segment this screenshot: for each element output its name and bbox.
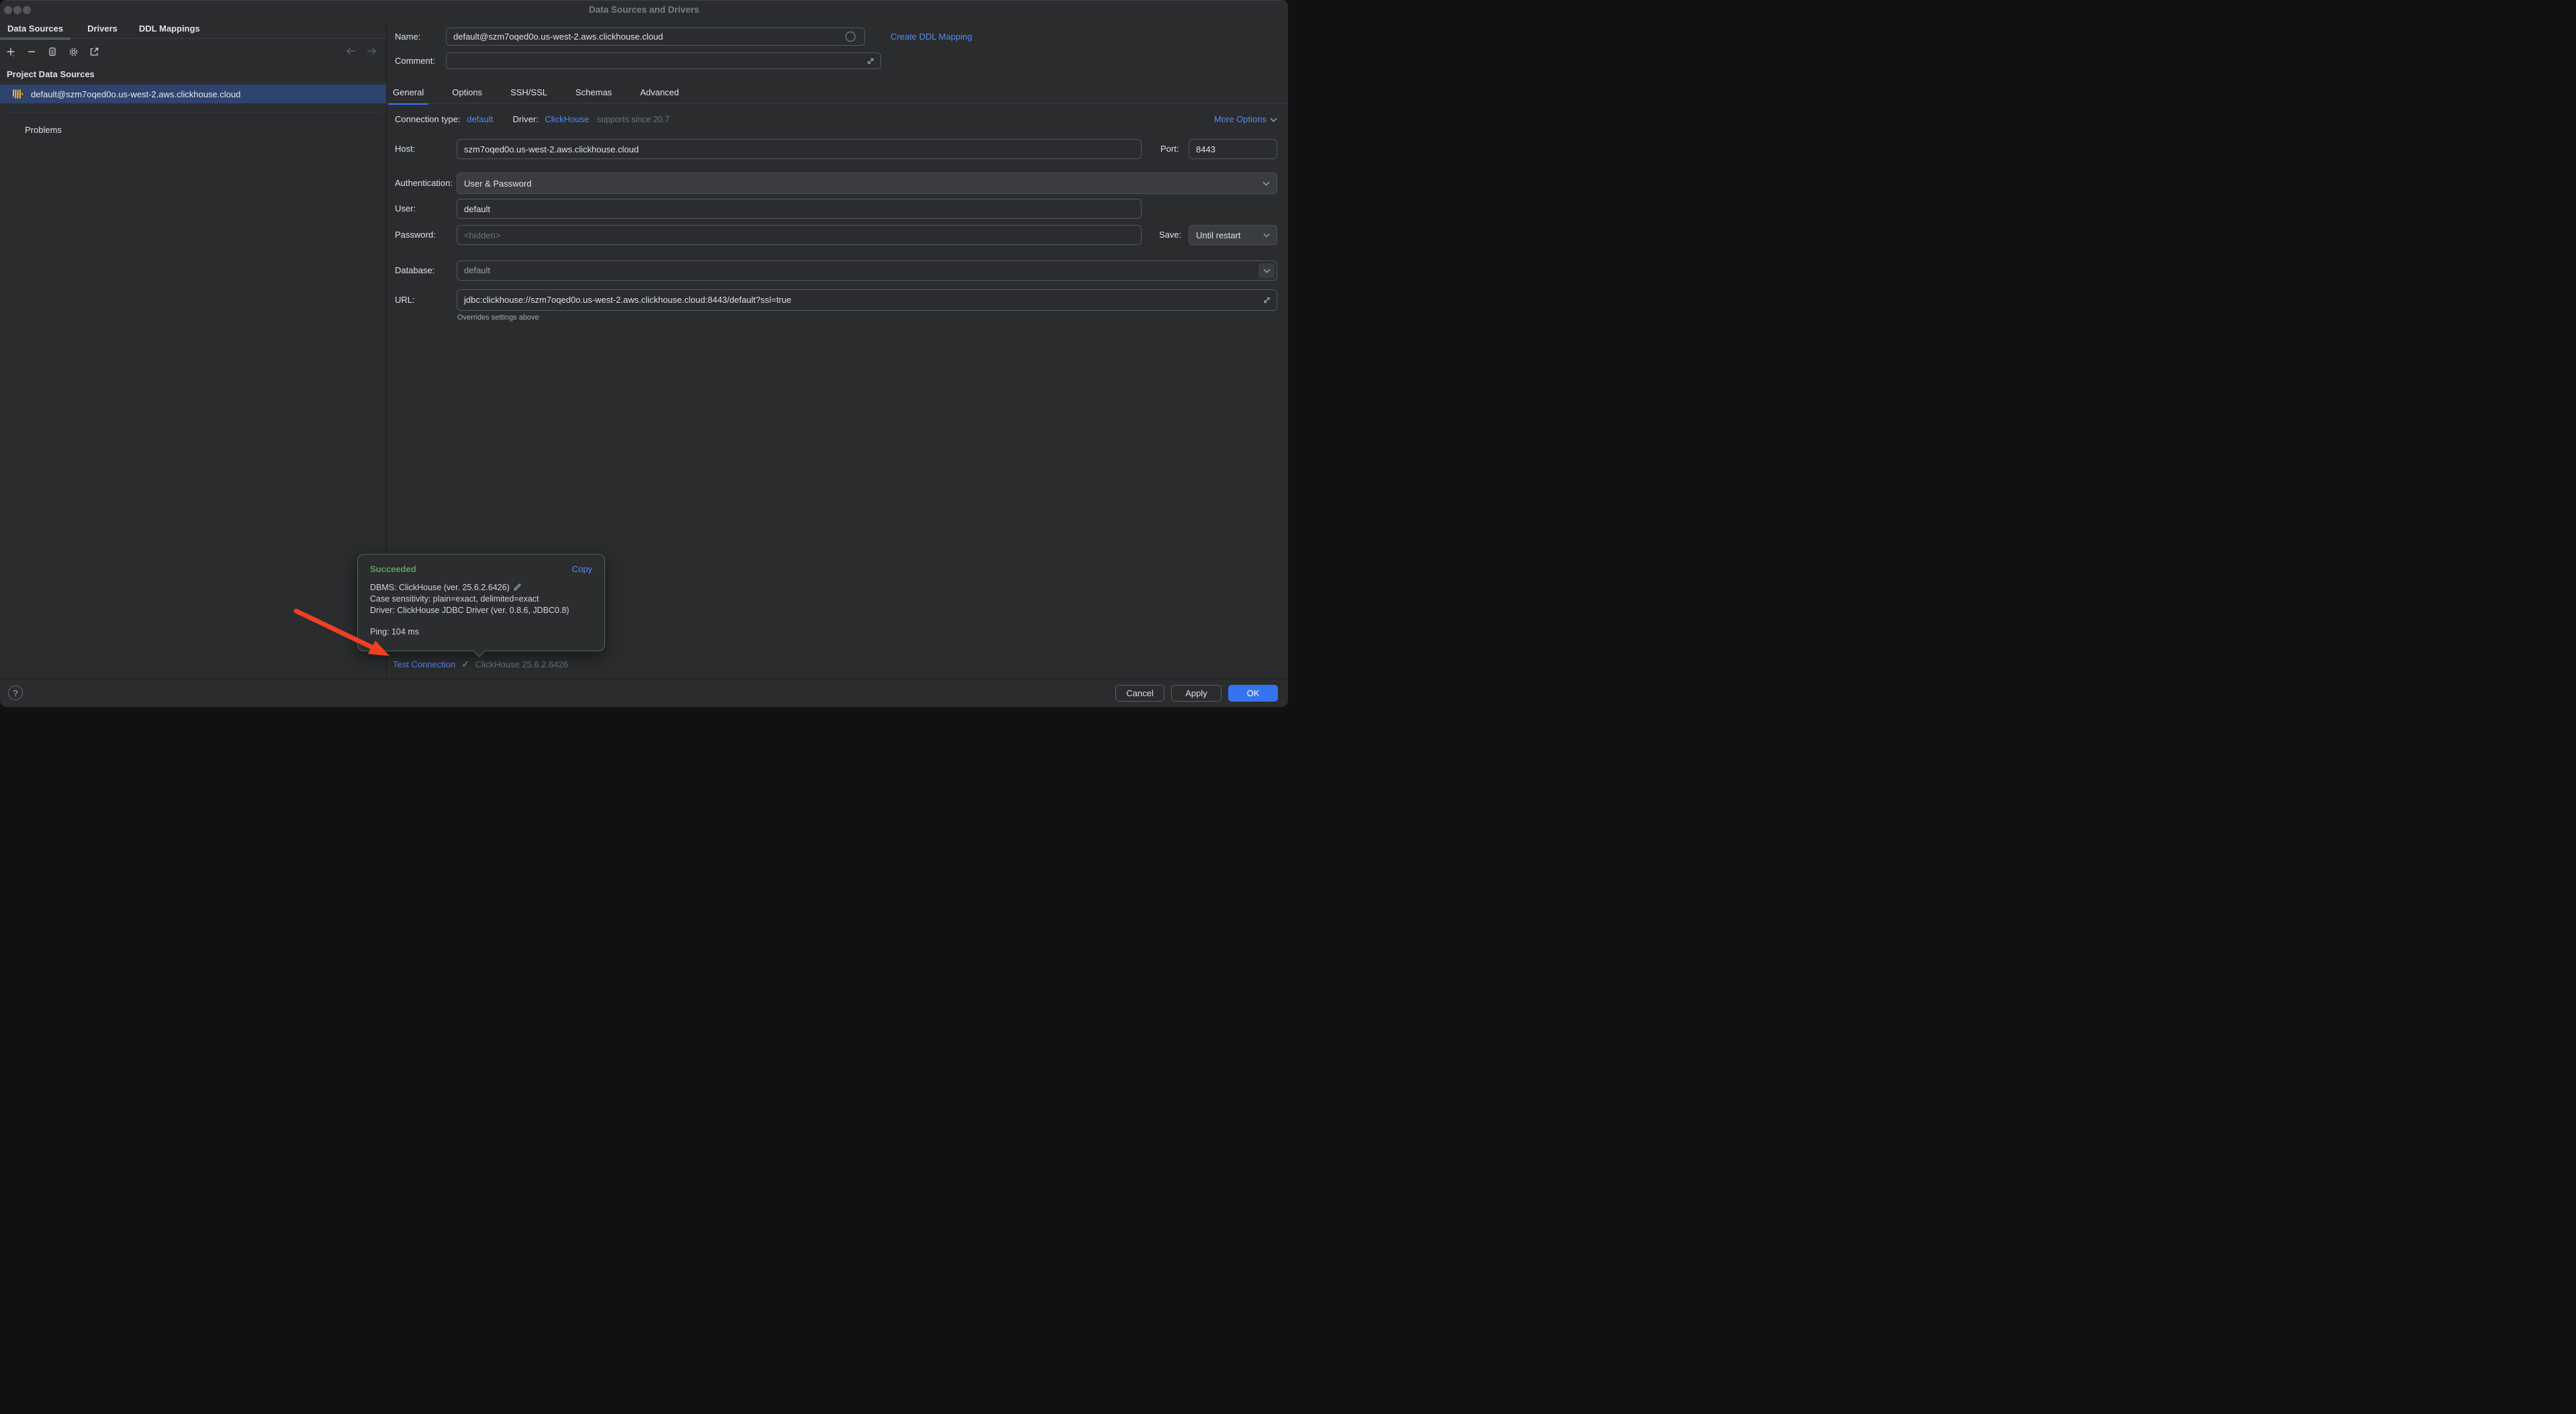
host-input[interactable] (457, 139, 1142, 159)
save-label: Save: (1159, 225, 1181, 245)
driver-label: Driver: (513, 114, 539, 124)
test-connection-link[interactable]: Test Connection (393, 659, 455, 669)
chevron-down-icon (1263, 269, 1271, 273)
comment-label: Comment: (395, 52, 435, 69)
popup-status: Succeeded (370, 564, 416, 574)
tab-general[interactable]: General (393, 84, 424, 103)
popup-tail (473, 645, 485, 657)
popup-dbms-text: DBMS: ClickHouse (ver. 25.6.2.6426) (370, 583, 510, 592)
database-dropdown-button[interactable] (1258, 263, 1275, 278)
name-label: Name: (395, 28, 420, 46)
url-hint: Overrides settings above (457, 314, 539, 322)
user-label: User: (395, 199, 416, 219)
window-title: Data Sources and Drivers (0, 1, 1288, 19)
port-label: Port: (1160, 139, 1179, 159)
save-value: Until restart (1196, 230, 1240, 240)
open-in-editor-icon (89, 46, 99, 57)
edit-pencil-icon[interactable] (513, 583, 522, 592)
help-button[interactable]: ? (8, 686, 23, 700)
problems-section-label[interactable]: Problems (25, 125, 62, 135)
more-options-link[interactable]: More Options (1214, 113, 1277, 126)
port-input[interactable] (1189, 139, 1277, 159)
tab-options[interactable]: Options (452, 84, 482, 103)
name-status-circle-icon (845, 31, 856, 42)
database-label: Database: (395, 261, 434, 281)
authentication-value: User & Password (464, 179, 531, 189)
popup-line-dbms: DBMS: ClickHouse (ver. 25.6.2.6426) (370, 582, 592, 594)
popup-line-case: Case sensitivity: plain=exact, delimited… (370, 594, 592, 605)
gear-icon (68, 46, 79, 58)
duplicate-icon (47, 46, 58, 57)
chevron-down-icon (1262, 181, 1270, 186)
form-tabs: General Options SSH/SSL Schemas Advanced (393, 84, 679, 103)
back-arrow-icon (345, 46, 357, 56)
password-label: Password: (395, 225, 436, 245)
add-data-source-button[interactable] (4, 45, 17, 58)
popup-line-driver: Driver: ClickHouse JDBC Driver (ver. 0.8… (370, 605, 592, 616)
url-label: URL: (395, 289, 415, 311)
left-tabs-divider (0, 38, 386, 39)
open-ddl-mapping-button[interactable] (87, 45, 101, 58)
chevron-down-icon (1263, 233, 1270, 238)
left-panel-tabs: Data Sources Drivers DDL Mappings (0, 19, 208, 39)
driver-hint: supports since 20.7 (597, 115, 670, 124)
datasource-label: default@szm7oqed0o.us-west-2.aws.clickho… (31, 89, 240, 99)
left-panel-separator (5, 112, 381, 113)
tab-ddl-mappings[interactable]: DDL Mappings (132, 19, 208, 39)
data-sources-dialog: Data Sources and Drivers Data Sources Dr… (0, 0, 1288, 707)
forward-button[interactable] (365, 44, 378, 58)
popup-ping: Ping: 104 ms (370, 627, 592, 637)
connection-type-row: Connection type: default Driver: ClickHo… (395, 113, 670, 126)
test-connection-popup: Succeeded Copy DBMS: ClickHouse (ver. 25… (357, 554, 605, 651)
success-check-icon: ✓ (461, 659, 469, 670)
create-ddl-mapping-link[interactable]: Create DDL Mapping (890, 28, 972, 46)
remove-data-source-button[interactable] (25, 45, 38, 58)
host-label: Host: (395, 139, 415, 159)
forward-arrow-icon (365, 46, 377, 56)
name-input[interactable] (446, 28, 865, 46)
comment-input[interactable] (446, 52, 881, 69)
password-input[interactable] (457, 225, 1142, 245)
authentication-select[interactable]: User & Password (457, 173, 1277, 194)
expand-comment-icon[interactable] (866, 56, 875, 65)
tab-advanced[interactable]: Advanced (640, 84, 679, 103)
question-mark-icon: ? (13, 688, 17, 698)
driver-value-link[interactable]: ClickHouse (545, 114, 589, 124)
test-result-text: ClickHouse 25.6.2.6426 (475, 659, 568, 669)
minus-icon (26, 46, 37, 57)
database-combo[interactable]: default (457, 261, 1277, 281)
project-data-sources-title: Project Data Sources (7, 69, 95, 79)
save-select[interactable]: Until restart (1189, 225, 1277, 245)
annotation-arrow (0, 1, 1288, 707)
connection-type-value-link[interactable]: default (467, 114, 493, 124)
tab-schemas[interactable]: Schemas (576, 84, 612, 103)
tab-data-sources[interactable]: Data Sources (0, 19, 71, 39)
chevron-down-icon (1270, 117, 1277, 122)
datasource-list-item[interactable]: default@szm7oqed0o.us-west-2.aws.clickho… (0, 85, 386, 103)
clickhouse-icon (11, 88, 24, 100)
left-toolbar (4, 44, 101, 59)
url-value: jdbc:clickhouse://szm7oqed0o.us-west-2.a… (464, 295, 791, 305)
connection-type-label: Connection type: (395, 114, 461, 124)
database-value: default (464, 265, 490, 275)
popup-copy-link[interactable]: Copy (572, 564, 592, 574)
apply-button[interactable]: Apply (1171, 685, 1222, 702)
back-button[interactable] (344, 44, 358, 58)
user-input[interactable] (457, 199, 1142, 219)
tab-ssh-ssl[interactable]: SSH/SSL (510, 84, 547, 103)
settings-button[interactable] (66, 45, 80, 58)
url-input[interactable]: jdbc:clickhouse://szm7oqed0o.us-west-2.a… (457, 289, 1277, 311)
more-options-label: More Options (1214, 113, 1267, 126)
history-nav (344, 44, 378, 58)
test-connection-row: Test Connection ✓ ClickHouse 25.6.2.6426 (393, 657, 568, 671)
tab-drivers[interactable]: Drivers (80, 19, 125, 39)
ok-button[interactable]: OK (1228, 685, 1278, 702)
expand-url-icon[interactable] (1262, 296, 1271, 305)
plus-icon (5, 46, 17, 58)
duplicate-button[interactable] (46, 45, 59, 58)
titlebar: Data Sources and Drivers (0, 1, 1288, 19)
authentication-label: Authentication: (395, 173, 453, 194)
cancel-button[interactable]: Cancel (1115, 685, 1164, 702)
